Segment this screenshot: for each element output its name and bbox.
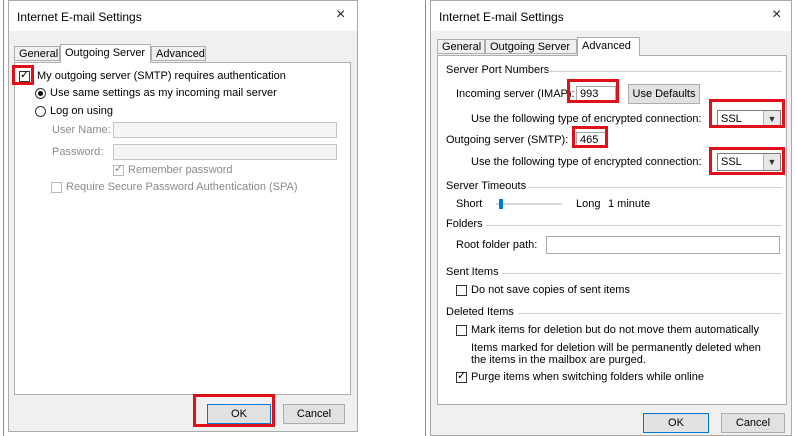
- incoming-encryption-value: SSL: [721, 113, 742, 125]
- left-tab-panel: ✓ My outgoing server (SMTP) requires aut…: [14, 62, 351, 395]
- tab-general[interactable]: General: [14, 46, 60, 61]
- spa-checkbox[interactable]: [51, 182, 62, 193]
- section-divider: [548, 71, 782, 72]
- purge-note-line2: the items in the mailbox are purged.: [471, 354, 646, 366]
- tab-outgoing-server[interactable]: Outgoing Server: [485, 39, 577, 54]
- timeout-slider-track[interactable]: [496, 203, 562, 205]
- remember-password-label: Remember password: [128, 164, 233, 176]
- cancel-button[interactable]: Cancel: [283, 404, 345, 424]
- left-dialog-titlebar: Internet E-mail Settings ×: [9, 1, 357, 31]
- section-divider: [518, 313, 782, 314]
- spa-label: Require Secure Password Authentication (…: [66, 181, 298, 193]
- ok-button[interactable]: OK: [643, 413, 709, 433]
- timeout-long-label: Long: [576, 198, 601, 210]
- timeout-short-label: Short: [456, 198, 483, 210]
- right-settings-dialog: Internet E-mail Settings × General Outgo…: [430, 0, 792, 436]
- incoming-port-field[interactable]: 993: [576, 86, 616, 102]
- timeout-slider-thumb[interactable]: [499, 199, 503, 209]
- log-on-using-label: Log on using: [50, 105, 113, 117]
- use-defaults-button[interactable]: Use Defaults: [628, 84, 700, 104]
- right-dialog-title: Internet E-mail Settings: [439, 10, 564, 24]
- smtp-auth-label: My outgoing server (SMTP) requires authe…: [37, 70, 286, 82]
- left-settings-dialog: Internet E-mail Settings × General Outgo…: [8, 0, 358, 432]
- mark-for-deletion-checkbox[interactable]: [456, 325, 467, 336]
- checkmark-icon: ✓: [20, 69, 30, 81]
- server-timeouts-section-title: Server Timeouts: [446, 180, 527, 192]
- cancel-button[interactable]: Cancel: [721, 413, 785, 433]
- purge-items-label: Purge items when switching folders while…: [471, 371, 704, 383]
- mark-for-deletion-label: Mark items for deletion but do not move …: [471, 324, 759, 336]
- close-icon[interactable]: ×: [336, 6, 345, 24]
- do-not-save-checkbox[interactable]: [456, 285, 467, 296]
- tab-advanced[interactable]: Advanced: [577, 37, 640, 56]
- background-window-edge: [3, 0, 4, 436]
- folders-section-title: Folders: [446, 218, 483, 230]
- user-name-field[interactable]: [113, 122, 337, 138]
- encrypted-connection-label-outgoing: Use the following type of encrypted conn…: [471, 156, 702, 168]
- checkmark-icon: ✓: [114, 163, 124, 175]
- ok-button[interactable]: OK: [207, 404, 271, 424]
- section-divider: [486, 225, 782, 226]
- server-port-section-title: Server Port Numbers: [446, 64, 550, 76]
- root-folder-label: Root folder path:: [456, 239, 538, 251]
- section-divider: [528, 187, 782, 188]
- tab-outgoing-server[interactable]: Outgoing Server: [60, 44, 151, 63]
- tab-general[interactable]: General: [437, 39, 485, 54]
- deleted-items-section-title: Deleted Items: [446, 306, 514, 318]
- incoming-server-label: Incoming server (IMAP):: [456, 88, 575, 100]
- purge-items-checkbox[interactable]: ✓: [456, 370, 467, 383]
- checkmark-icon: ✓: [457, 370, 467, 382]
- left-dialog-title: Internet E-mail Settings: [17, 10, 142, 24]
- remember-password-checkbox[interactable]: ✓: [113, 163, 124, 176]
- outgoing-encryption-select[interactable]: SSL ▼: [717, 153, 781, 171]
- right-tab-panel: Server Port Numbers Incoming server (IMA…: [437, 55, 787, 405]
- password-label: Password:: [52, 146, 104, 158]
- radio-selected-dot: [38, 91, 43, 96]
- incoming-encryption-select[interactable]: SSL ▼: [717, 110, 781, 128]
- section-divider: [502, 273, 782, 274]
- user-name-label: User Name:: [52, 124, 111, 136]
- same-settings-label: Use same settings as my incoming mail se…: [50, 87, 277, 99]
- timeout-value: 1 minute: [608, 198, 651, 210]
- close-icon[interactable]: ×: [772, 6, 781, 24]
- do-not-save-label: Do not save copies of sent items: [471, 284, 630, 296]
- same-settings-radio[interactable]: [35, 88, 46, 99]
- sent-items-section-title: Sent Items: [446, 266, 499, 278]
- smtp-auth-checkbox[interactable]: ✓: [19, 69, 30, 82]
- tab-advanced[interactable]: Advanced: [151, 46, 206, 61]
- root-folder-field[interactable]: [546, 236, 780, 254]
- outgoing-server-label: Outgoing server (SMTP):: [446, 134, 569, 146]
- background-window-edge: [425, 0, 426, 436]
- chevron-down-icon[interactable]: ▼: [763, 111, 780, 127]
- log-on-using-radio[interactable]: [35, 106, 46, 117]
- outgoing-encryption-value: SSL: [721, 156, 742, 168]
- password-field[interactable]: [113, 144, 337, 160]
- outgoing-port-field[interactable]: 465: [576, 132, 606, 148]
- right-dialog-titlebar: Internet E-mail Settings ×: [431, 1, 791, 31]
- chevron-down-icon[interactable]: ▼: [763, 154, 780, 170]
- encrypted-connection-label-incoming: Use the following type of encrypted conn…: [471, 113, 702, 125]
